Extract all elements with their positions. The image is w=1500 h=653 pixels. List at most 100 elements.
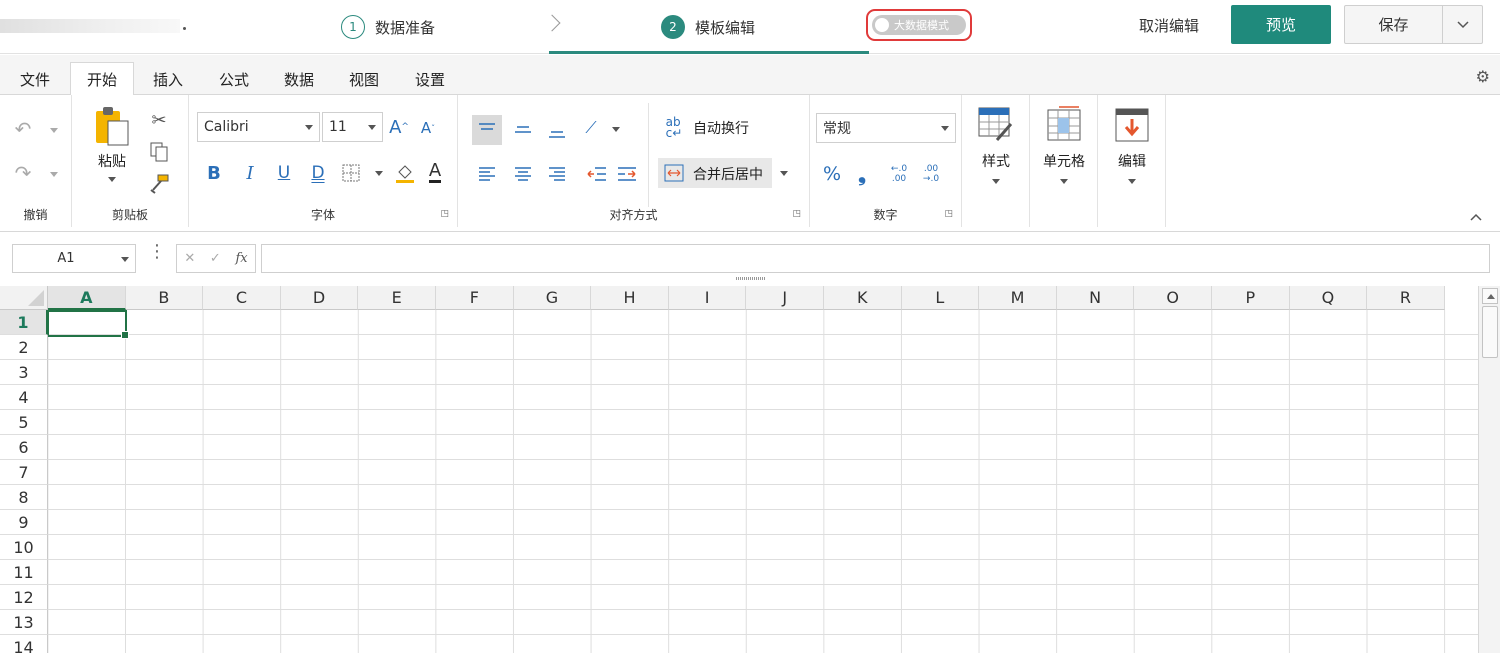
column-header[interactable]: A <box>48 286 126 310</box>
styles-dropdown-icon[interactable] <box>992 179 1000 184</box>
scroll-thumb[interactable] <box>1482 306 1498 358</box>
tab-file[interactable]: 文件 <box>4 62 66 96</box>
orientation-icon[interactable]: ⟋ <box>578 115 604 141</box>
italic-icon[interactable]: I <box>239 161 261 185</box>
font-color-icon[interactable]: A <box>423 159 447 185</box>
editing-icon[interactable] <box>1112 105 1152 145</box>
font-family-select[interactable]: Calibri <box>197 112 320 142</box>
select-all-corner[interactable] <box>0 286 48 310</box>
redo-dropdown-icon[interactable] <box>50 172 58 177</box>
paste-label[interactable]: 粘贴 <box>92 151 132 171</box>
paste-dropdown-icon[interactable] <box>108 177 116 182</box>
format-painter-icon[interactable] <box>148 173 170 195</box>
column-header[interactable]: C <box>203 286 281 310</box>
column-header[interactable]: N <box>1056 286 1135 310</box>
tab-insert[interactable]: 插入 <box>137 62 199 96</box>
column-header[interactable]: P <box>1212 286 1290 310</box>
column-header[interactable]: E <box>358 286 436 310</box>
cut-icon[interactable]: ✂ <box>148 109 170 131</box>
row-header[interactable]: 7 <box>0 460 48 485</box>
vertical-scrollbar[interactable] <box>1478 286 1500 653</box>
percent-icon[interactable]: % <box>820 161 844 187</box>
row-header[interactable]: 1 <box>0 310 48 335</box>
selected-cell[interactable] <box>47 310 129 339</box>
column-header[interactable]: I <box>668 286 747 310</box>
tab-view[interactable]: 视图 <box>333 62 395 96</box>
orientation-dropdown-icon[interactable] <box>612 127 620 132</box>
row-header[interactable]: 12 <box>0 585 48 610</box>
row-header[interactable]: 9 <box>0 510 48 535</box>
align-center-icon[interactable] <box>508 159 538 189</box>
editing-dropdown-icon[interactable] <box>1128 179 1136 184</box>
cell-area[interactable] <box>48 310 1478 653</box>
font-size-select[interactable]: 11 <box>322 112 383 142</box>
undo-dropdown-icon[interactable] <box>50 128 58 133</box>
tab-settings[interactable]: 设置 <box>399 62 461 96</box>
row-header[interactable]: 4 <box>0 385 48 410</box>
column-header[interactable]: R <box>1367 286 1445 310</box>
launcher-icon[interactable]: ◳ <box>440 209 449 219</box>
paste-icon[interactable] <box>92 103 132 149</box>
styles-label[interactable]: 样式 <box>962 151 1030 171</box>
tab-formula[interactable]: 公式 <box>203 62 265 96</box>
row-header[interactable]: 2 <box>0 335 48 360</box>
decrease-decimal-icon[interactable]: .00 →.0 <box>918 161 944 187</box>
launcher-icon[interactable]: ◳ <box>792 209 801 219</box>
column-header[interactable]: K <box>824 286 902 310</box>
formula-input[interactable] <box>261 244 1490 273</box>
resize-handle[interactable] <box>736 277 766 280</box>
redo-icon[interactable]: ↷ <box>10 161 36 185</box>
save-button[interactable]: 保存 <box>1345 6 1443 43</box>
column-header[interactable]: G <box>513 286 592 310</box>
row-header[interactable]: 8 <box>0 485 48 510</box>
wrap-text-label[interactable]: 自动换行 <box>693 118 749 138</box>
align-right-icon[interactable] <box>542 159 572 189</box>
big-data-mode-toggle[interactable]: 大数据模式 <box>872 15 966 35</box>
cells-label[interactable]: 单元格 <box>1030 151 1098 171</box>
align-middle-icon[interactable] <box>508 115 538 145</box>
editing-label[interactable]: 编辑 <box>1098 151 1166 171</box>
wrap-text-icon[interactable]: ab c↵ <box>662 115 686 141</box>
merge-center-icon[interactable] <box>662 161 686 185</box>
cells-icon[interactable] <box>1044 105 1084 145</box>
column-header[interactable]: O <box>1134 286 1212 310</box>
border-icon[interactable] <box>341 163 361 183</box>
save-dropdown-button[interactable] <box>1443 6 1482 43</box>
step-data-prep[interactable]: 1 数据准备 <box>341 14 435 40</box>
step-template-edit[interactable]: 2 模板编辑 <box>661 14 755 40</box>
column-header[interactable]: D <box>280 286 359 310</box>
row-header[interactable]: 11 <box>0 560 48 585</box>
name-box[interactable]: A1 <box>12 244 136 273</box>
align-bottom-icon[interactable] <box>542 117 572 147</box>
row-header[interactable]: 14 <box>0 635 48 653</box>
cancel-formula-icon[interactable]: ✕ <box>184 251 195 266</box>
column-header[interactable]: J <box>746 286 824 310</box>
spreadsheet-grid[interactable]: A B C D E F G H I J K L M N O P Q R 1 2 3 4 5 6 7 8 9 10 11 12 13 14 <box>0 286 1478 653</box>
column-header[interactable]: M <box>979 286 1057 310</box>
insert-function-icon[interactable]: fx <box>235 251 247 266</box>
cancel-edit-button[interactable]: 取消编辑 <box>1139 15 1199 36</box>
increase-font-icon[interactable]: A ^ <box>387 115 411 139</box>
row-header[interactable]: 3 <box>0 360 48 385</box>
preview-button[interactable]: 预览 <box>1231 5 1331 44</box>
underline-icon[interactable]: U <box>273 161 295 185</box>
more-options-icon[interactable]: ⋮ <box>148 243 166 261</box>
column-header[interactable]: L <box>901 286 980 310</box>
column-header[interactable]: Q <box>1289 286 1368 310</box>
scroll-up-button[interactable] <box>1482 288 1498 304</box>
number-format-select[interactable]: 常规 <box>816 113 956 143</box>
bold-icon[interactable]: B <box>203 161 225 185</box>
align-left-icon[interactable] <box>472 159 502 189</box>
launcher-icon[interactable]: ◳ <box>944 209 953 219</box>
increase-indent-icon[interactable] <box>612 159 642 189</box>
column-header[interactable]: B <box>125 286 204 310</box>
column-header[interactable]: F <box>436 286 514 310</box>
collapse-ribbon-icon[interactable] <box>1466 209 1486 225</box>
tab-home[interactable]: 开始 <box>70 62 135 96</box>
confirm-formula-icon[interactable]: ✓ <box>210 251 221 266</box>
copy-icon[interactable] <box>148 141 170 163</box>
row-header[interactable]: 13 <box>0 610 48 635</box>
row-header[interactable]: 10 <box>0 535 48 560</box>
double-underline-icon[interactable]: D <box>307 161 329 185</box>
align-top-icon[interactable] <box>472 115 502 145</box>
